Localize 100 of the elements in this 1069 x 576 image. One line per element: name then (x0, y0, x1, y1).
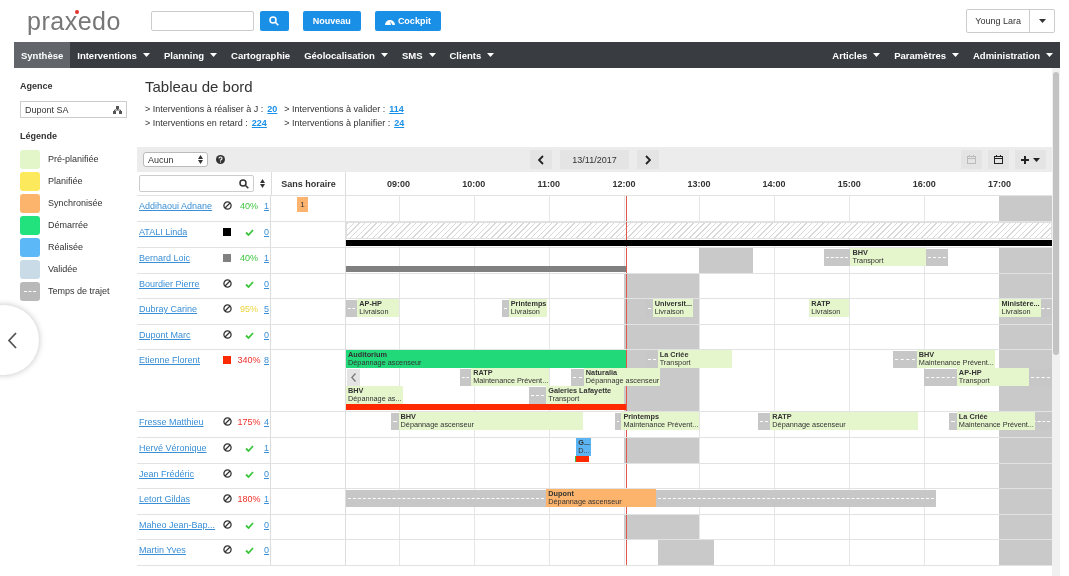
blocked-icon (222, 545, 232, 554)
workload-percent: 175% (237, 417, 261, 427)
intervention-count-link[interactable]: 0 (264, 226, 274, 237)
week-view-button[interactable] (988, 150, 1009, 169)
technician-link[interactable]: ATALI Linda (139, 226, 219, 237)
hour-label: 15:00 (837, 179, 861, 189)
add-button[interactable] (1015, 150, 1046, 169)
agency-select[interactable]: Dupont SA (20, 101, 127, 118)
intervention-count-link[interactable]: 0 (264, 519, 274, 530)
intervention-count-link[interactable]: 1 (264, 252, 274, 263)
nav-tab[interactable]: Cartographie (224, 42, 298, 68)
gauge-icon (384, 17, 395, 25)
travel-time-block (346, 300, 358, 317)
travel-time-block (893, 351, 917, 368)
nav-tab[interactable]: Interventions (70, 42, 157, 68)
intervention-count-link[interactable]: 0 (264, 468, 274, 479)
nav-tab[interactable]: Administration (965, 42, 1060, 68)
intervention-count-link[interactable]: 1 (264, 201, 274, 211)
search-button[interactable] (259, 11, 289, 31)
technician-link[interactable]: Jean Frédéric (139, 468, 219, 479)
technician-link[interactable]: Dubray Carine (139, 304, 219, 314)
unavailable-block (699, 247, 753, 273)
hour-label: 10:00 (462, 179, 486, 189)
unavailable-block (999, 540, 1052, 565)
unscheduled-badge[interactable]: 1 (297, 197, 308, 212)
nav-tab[interactable]: Géolocalisation (297, 42, 395, 68)
filter-select[interactable]: Aucun (143, 152, 208, 167)
search-field[interactable] (150, 11, 254, 31)
legend-label: Pré-planifiée (48, 154, 99, 164)
nav-tab[interactable]: Paramètres (887, 42, 966, 68)
technician-link[interactable]: Letort Gildas (139, 494, 219, 504)
travel-time-block (924, 369, 957, 386)
intervention-count-link[interactable]: 4 (264, 417, 274, 427)
stat-label: > Interventions à valider : (284, 104, 386, 114)
nav-tab[interactable]: SMS (394, 42, 443, 68)
chevron-left-icon (351, 373, 356, 382)
travel-time-block (757, 413, 771, 430)
stat-label: > Interventions à réaliser à J : (145, 104, 264, 114)
scrollbar-thumb[interactable] (1053, 72, 1059, 355)
stat-link[interactable]: 20 (267, 104, 278, 114)
sort-icon (260, 179, 265, 188)
hierarchy-icon (113, 105, 122, 114)
intervention-count-link[interactable]: 8 (264, 355, 274, 365)
unavailable-block (657, 540, 714, 565)
technician-link[interactable]: Etienne Florent (139, 355, 219, 365)
travel-time-block (925, 248, 949, 266)
logo: praxedo (27, 8, 121, 34)
travel-time-block (528, 387, 547, 404)
user-menu[interactable]: Young Lara (966, 9, 1055, 33)
caret-icon (1033, 157, 1040, 162)
technician-link[interactable]: Hervé Véronique (139, 442, 219, 453)
technician-link[interactable]: Martin Yves (139, 545, 219, 555)
intervention-count-link[interactable]: 0 (264, 545, 274, 555)
chevron-left-icon (8, 331, 17, 349)
technician-link[interactable]: Bourdier Pierre (139, 278, 219, 289)
hour-label: 17:00 (987, 179, 1011, 189)
previous-day-button[interactable] (530, 150, 553, 169)
unavailable-block (999, 437, 1052, 463)
check-icon (244, 521, 254, 529)
header-button[interactable]: Nouveau (302, 11, 361, 31)
workload-percent: 340% (237, 355, 261, 365)
scroll-left-button[interactable] (347, 369, 360, 386)
technician-link[interactable]: Dupont Marc (139, 329, 219, 340)
nav-tab[interactable]: Clients (442, 42, 502, 68)
unavailable-block (999, 489, 1052, 514)
section-label: Agence (20, 81, 54, 91)
nav-tab[interactable]: Articles (825, 42, 888, 68)
check-icon (244, 228, 254, 236)
travel-time-block (502, 300, 509, 317)
technician-link[interactable]: Bernard Loic (139, 252, 219, 263)
travel-time-block (459, 369, 472, 386)
blocked-icon (222, 494, 232, 503)
next-day-button[interactable] (636, 150, 659, 169)
workload-percent: 180% (237, 494, 261, 504)
date-label: 13/11/2017 (560, 150, 629, 169)
travel-time-block (571, 369, 584, 386)
technician-link[interactable]: Addihaoui Adnane (139, 201, 219, 211)
stat-link[interactable]: 224 (251, 118, 267, 128)
technician-search-field[interactable] (139, 175, 254, 192)
section-label: Légende (20, 131, 58, 141)
nav-tab[interactable]: Planning (156, 42, 225, 68)
blocked-icon (222, 278, 232, 288)
hour-label: 11:00 (537, 179, 561, 189)
intervention-count-link[interactable]: 0 (264, 329, 274, 340)
stat-link[interactable]: 24 (394, 118, 405, 128)
intervention-count-link[interactable]: 5 (264, 304, 274, 314)
technician-link[interactable]: Fresse Matthieu (139, 417, 219, 427)
header-button[interactable]: Cockpit (374, 11, 441, 31)
travel-time-block (949, 413, 957, 430)
intervention-count-link[interactable]: 1 (264, 494, 274, 504)
travel-time-block (615, 413, 622, 430)
workload-percent: 40% (240, 201, 258, 211)
intervention-count-link[interactable]: 1 (264, 442, 274, 453)
stat-link[interactable]: 114 (389, 104, 404, 114)
hour-label: 12:00 (612, 179, 636, 189)
technician-link[interactable]: Maheo Jean-Bap... (139, 519, 219, 530)
stat-label: > Interventions en retard : (145, 118, 248, 128)
search-icon (239, 178, 249, 189)
nav-tab[interactable]: Synthèse (14, 42, 71, 68)
intervention-count-link[interactable]: 0 (264, 278, 274, 289)
